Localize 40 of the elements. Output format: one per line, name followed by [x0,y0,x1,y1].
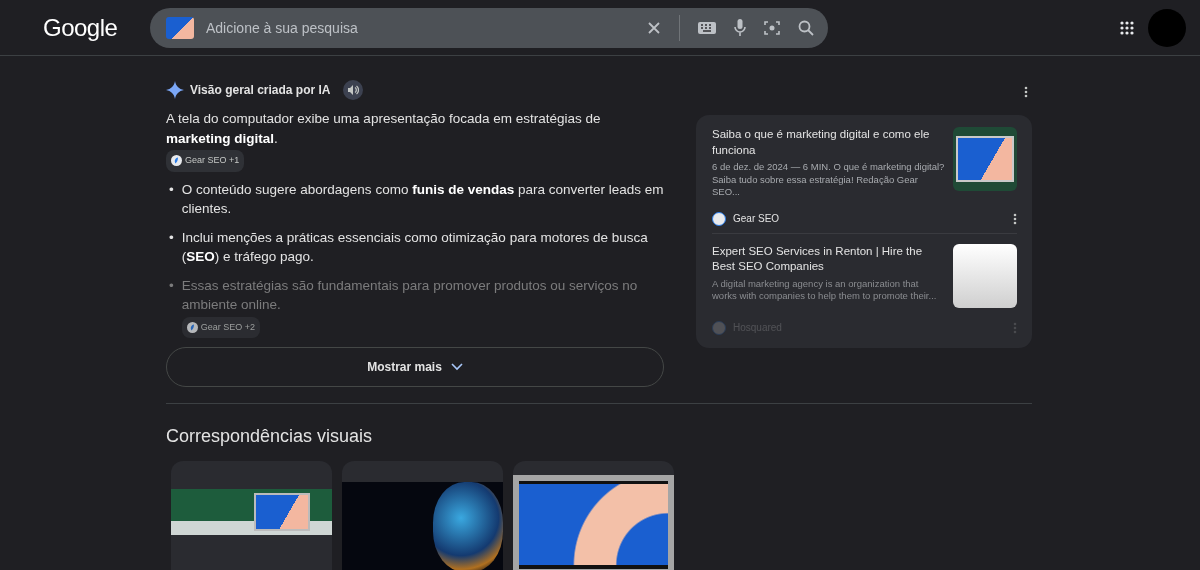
site-name[interactable]: Gear SEO [733,213,780,224]
site-favicon-icon [186,321,198,333]
speaker-icon [346,84,359,96]
source-chip[interactable]: Gear SEO +2 [181,316,260,338]
overview-title: Visão geral criada por IA [190,83,331,97]
section-title: Correspondências visuais [166,426,374,447]
site-favicon-icon [712,211,726,226]
microphone-icon[interactable] [734,19,746,36]
overview-text: A tela do computador exibe uma apresentação focada em estratégias de marketing digital. [166,110,602,148]
apps-grid-icon[interactable] [1120,20,1134,35]
site-favicon-icon [171,155,182,167]
result-card[interactable] [171,461,332,570]
bullet-text: Essas estratégias são fundamentais para promover produtos ou serviços no ambiente online. [181,276,639,314]
camera-icon[interactable] [764,19,780,36]
source-chip[interactable]: Gear SEO +1 [166,150,245,172]
site-favicon-icon [712,320,726,335]
image-thumbnail [166,16,194,39]
keyboard-icon[interactable] [698,21,716,34]
close-icon[interactable] [647,20,661,35]
chevron-down-icon [450,363,463,371]
google-logo[interactable]: Google [43,13,150,42]
bullet: • [169,228,174,247]
source-link[interactable]: Expert SEO Services in Renton | Hire the Best SEO Companies [712,243,945,275]
bullet-text: O conteúdo sugere abordagens como funis de vendas para converter leads em clientes. [181,180,664,218]
source-snippet: 6 de dez. de 2024 — 6 MIN. O que é marketing digital? Saiba tudo sobre essa estratégia! Redação Gear SEO... [712,161,945,199]
photo-placeholder [953,243,1017,308]
listen-button[interactable] [342,80,363,100]
bullet: • [169,180,174,199]
more-options-icon[interactable] [1024,86,1028,98]
source-snippet: A digital marketing agency is an organization that works with companies to help them to promote their... [712,277,938,303]
source-link[interactable]: Saiba o que é marketing digital e como ele funciona [712,127,945,158]
photo-placeholder [953,127,1017,191]
more-options-icon[interactable] [1013,212,1017,225]
result-card[interactable] [342,461,503,570]
search-field[interactable]: Adicione à sua pesquisa [150,7,828,48]
sparkle-icon [166,81,184,99]
search-icon[interactable] [798,19,814,36]
bullet: • [169,276,174,295]
search-input[interactable]: Adicione à sua pesquisa [204,18,629,37]
bullet-text: Inclui menções a práticas essenciais como otimização para motores de busca (SEO) e tráfego pago. [181,228,649,266]
